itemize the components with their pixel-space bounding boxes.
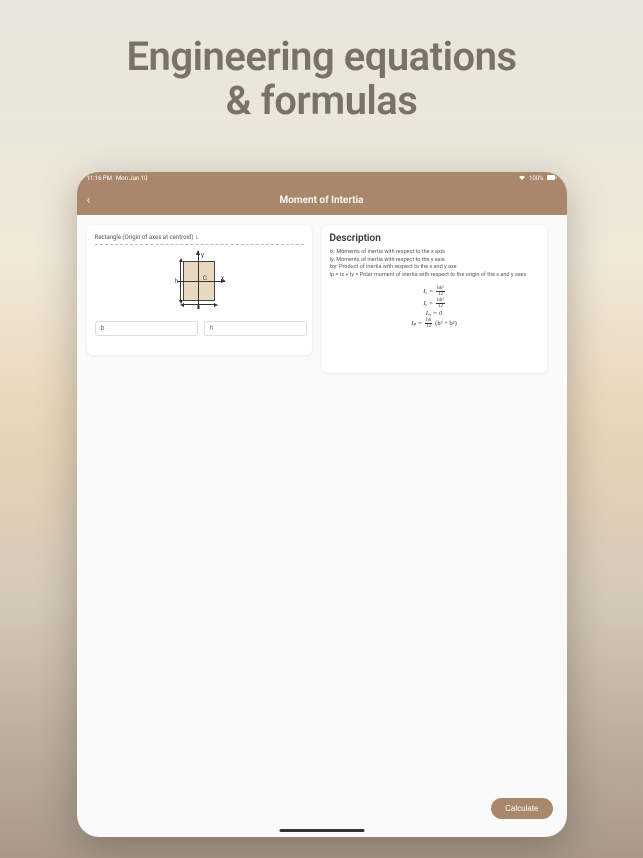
axis-x-label: x — [221, 275, 224, 282]
chevron-down-icon: ↓ — [195, 233, 199, 241]
formula-ixy: Iₓᵧ = 0 — [330, 310, 539, 317]
header-bar: ‹ Moment of Intertia — [77, 185, 567, 215]
calculate-button[interactable]: Calculate — [491, 798, 552, 819]
shape-dropdown[interactable]: Rectangle (Origin of axes at centroid) ↓ — [95, 233, 304, 245]
centroid-label: C — [203, 275, 207, 282]
b-input[interactable] — [95, 321, 198, 336]
description-title: Description — [330, 233, 539, 244]
formula-ip: Iₚ = bh12 (h² + b²) — [330, 318, 539, 329]
desc-line: Ixy: Product of inertia with respect to … — [330, 264, 539, 272]
status-time: 11:16 PM — [87, 175, 112, 182]
page-title: Moment of Intertia — [280, 195, 364, 206]
description-panel: Description Ix: Moments of inertia with … — [322, 225, 547, 373]
dropdown-label: Rectangle (Origin of axes at centroid) — [95, 234, 194, 241]
content-area: Rectangle (Origin of axes at centroid) ↓… — [77, 215, 567, 837]
status-date: Mon Jan 10 — [116, 175, 148, 182]
wifi-icon — [518, 175, 526, 183]
hero-line1: Engineering equations — [0, 35, 643, 79]
home-indicator[interactable] — [279, 829, 364, 832]
axis-y-label: y — [201, 252, 204, 259]
formula-ix: Iₓ = bh³12 — [330, 286, 539, 297]
desc-line: Ip = Ix + Iy = Polar moment of inertia w… — [330, 272, 539, 280]
dim-h-label: h — [175, 278, 178, 285]
formula-iy: Iᵧ = hb³12 — [330, 298, 539, 309]
hero-line2: & formulas — [0, 79, 643, 123]
battery-icon — [547, 175, 557, 182]
formulas-block: Iₓ = bh³12 Iᵧ = hb³12 Iₓᵧ = 0 Iₚ = bh12 … — [330, 286, 539, 329]
status-battery: 100% — [529, 175, 544, 182]
shape-panel: Rectangle (Origin of axes at centroid) ↓… — [87, 225, 312, 355]
back-button[interactable]: ‹ — [87, 192, 91, 208]
hero-title: Engineering equations & formulas — [0, 0, 643, 123]
shape-diagram: y x h b C — [95, 251, 304, 313]
h-input[interactable] — [204, 321, 307, 336]
device-frame: 11:16 PM Mon Jan 10 ••• 100% ‹ Moment of… — [77, 172, 567, 837]
dim-b-label: b — [197, 304, 200, 311]
status-bar: 11:16 PM Mon Jan 10 ••• 100% — [77, 172, 567, 185]
desc-line: Ix: Moments of inertia with respect to t… — [330, 249, 539, 257]
